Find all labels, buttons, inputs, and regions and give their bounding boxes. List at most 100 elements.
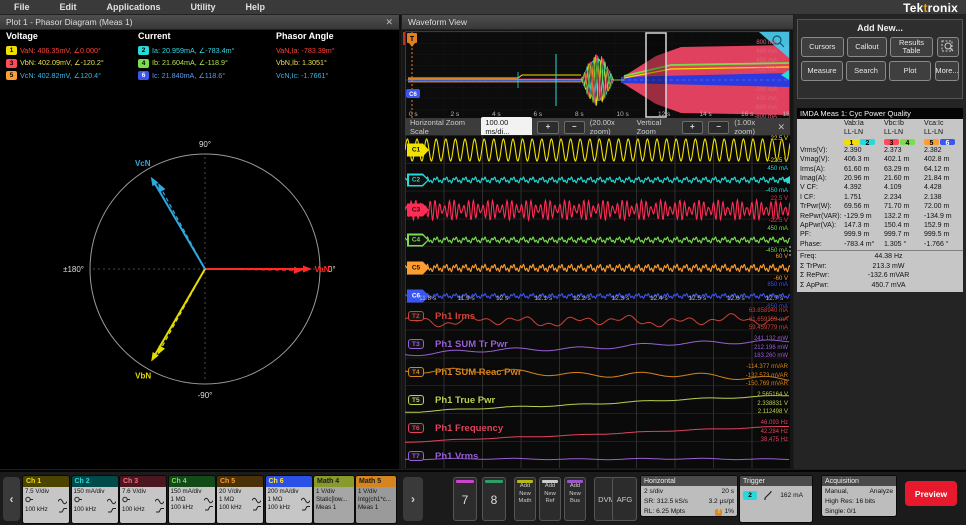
vzoom-minus-button[interactable]: −: [708, 121, 729, 134]
channel-badge-ch2[interactable]: Ch 2150 mA/div100 kHz: [72, 476, 118, 523]
more-button[interactable]: More...: [935, 61, 959, 81]
summary-row: Σ ApPwr:450.7 mVA: [797, 281, 963, 290]
table-cell: 402.1 m: [884, 155, 924, 164]
menu-bar: File Edit Applications Utility Help: [0, 0, 966, 15]
measure-button[interactable]: Measure: [801, 61, 843, 81]
results-table-button[interactable]: Results Table: [890, 37, 933, 57]
ac-coupling-icon: [107, 498, 116, 505]
channel-strip-c4[interactable]: C4450 mA-450 mA: [405, 227, 790, 253]
phasor-vector-label: VbN: [135, 371, 151, 380]
scroll-right-button[interactable]: ›: [403, 477, 423, 521]
table-cell: 20.96 m: [844, 174, 884, 183]
close-icon[interactable]: ✕: [385, 17, 393, 28]
add-new-ref-button[interactable]: AddNewRef: [539, 477, 561, 521]
hzoom-plus-button[interactable]: +: [537, 121, 558, 134]
channel-badge-ch6[interactable]: Ch 6200 mA/div1 MΩ100 kHz: [266, 476, 312, 523]
zoom-close-icon[interactable]: ✕: [777, 122, 785, 133]
channel-strip-c2[interactable]: C2450 mA-450 mA: [405, 167, 790, 193]
table-cell: 999.5 m: [924, 230, 963, 239]
add-new-bus-button[interactable]: AddNewBus: [564, 477, 586, 521]
measurement-strip-t2[interactable]: T2Ph1 Irms63.858940 mA61.659359 mA59.459…: [405, 307, 790, 333]
table-cell: 152.9 m: [924, 221, 963, 230]
measurement-strip-t6[interactable]: T6Ph1 Frequency46.093 Hz42.284 Hz38.475 …: [405, 419, 790, 445]
channel-badge-ch3[interactable]: Ch 37.6 V/div100 kHz: [120, 476, 166, 523]
measurement-badge[interactable]: T4: [408, 367, 424, 377]
vzoom-plus-button[interactable]: +: [682, 121, 703, 134]
measurement-strip-t4[interactable]: T4Ph1 SUM Reac Pwr-114.377 mVAR-132.573 …: [405, 363, 790, 389]
measurement-badge[interactable]: T6: [408, 423, 424, 433]
channel-badge-ch5[interactable]: Ch 520 V/div1 MΩ100 kHz: [217, 476, 263, 523]
hzoom-scale-value[interactable]: 100.00 ms/di...: [481, 117, 532, 137]
menu-edit[interactable]: Edit: [60, 2, 77, 12]
horizontal-panel[interactable]: Horizontal 2 s/div20 s SR: 312.5 kS/s3.2…: [641, 476, 737, 516]
callout-button[interactable]: Callout: [847, 37, 888, 57]
channel-bandwidth: 100 kHz: [25, 506, 48, 514]
phasor-diagram[interactable]: 90°-90°0°±180°VaNVbNVcN: [0, 109, 401, 483]
ac-coupling-icon: [58, 498, 67, 505]
trigger-panel[interactable]: Trigger 2 162 mA: [740, 476, 812, 522]
measurement-strip-t3[interactable]: T3Ph1 SUM Tr Pwr241.132 mW212.196 mW183.…: [405, 335, 790, 361]
math-badge-math4[interactable]: Math 41 V/divStatic[low...Meas 1: [314, 476, 354, 523]
ac-coupling-icon: [301, 497, 310, 504]
table-cell: -783.4 m°: [844, 240, 884, 249]
add-new-math-button[interactable]: AddNewMath: [514, 477, 536, 521]
bandwidth-icon: [253, 505, 261, 512]
table-cell: 61.60 m: [844, 165, 884, 174]
imda-results-table: Vab:IaVbc:IbVca:IcLL-LNLL-LNLL-LN123456V…: [797, 119, 963, 292]
channel-strip-c1[interactable]: C122.5 V-22.5 V: [405, 137, 790, 163]
phasor-panel-titlebar: Plot 1 - Phasor Diagram (Meas 1) ✕: [0, 15, 399, 30]
preview-button[interactable]: Preview: [905, 481, 957, 506]
scale-label-top: 60 V: [776, 254, 788, 260]
summary-value: 213.3 mW: [844, 262, 963, 271]
channel-slot-8[interactable]: 8: [482, 477, 506, 521]
summary-value: 44.38 Hz: [844, 252, 963, 261]
plot-button[interactable]: Plot: [889, 61, 931, 81]
channel-slot-7[interactable]: 7: [453, 477, 477, 521]
time-tick: 11.9 s: [458, 295, 475, 302]
channel-strip-c3[interactable]: C322.5 V-22.5 V: [405, 197, 790, 223]
cursors-button[interactable]: Cursors: [801, 37, 844, 57]
overview-time-tick: 16 s: [741, 111, 754, 118]
hzoom-minus-button[interactable]: −: [564, 121, 585, 134]
ac-coupling-icon: [155, 498, 164, 505]
waveform-overview[interactable]: TC60 s2 s4 s6 s8 s10 s12 s14 s16 s18 s80…: [405, 31, 790, 119]
phasor-readings: Voltage Current Phasor Angle 1VaN: 406.3…: [0, 29, 401, 109]
channel-badge-ch4[interactable]: Ch 4150 mA/div1 MΩ100 kHz: [169, 476, 215, 523]
zoom-selection-box[interactable]: [646, 33, 666, 117]
measurement-badge[interactable]: T2: [408, 311, 424, 321]
math-badge-math5[interactable]: Math 51 V/divIntg(ch1*c...Meas 1: [356, 476, 396, 523]
scroll-left-button[interactable]: ‹: [3, 477, 20, 521]
bottom-settings-bar: ‹ Ch 17.5 V/div100 kHzCh 2150 mA/div100 …: [0, 470, 966, 525]
table-row: ApPwr(VA):147.3 m150.4 m152.9 m: [797, 221, 963, 230]
table-cell: 406.3 m: [844, 155, 884, 164]
channel-badge-ch1[interactable]: Ch 17.5 V/div100 kHz: [23, 476, 69, 523]
waveform-graticule[interactable]: C122.5 V-22.5 V C2450 mA-450 mA C322.5 V-2…: [405, 135, 790, 468]
search-button[interactable]: Search: [846, 61, 886, 81]
table-cell: 2.373: [884, 146, 924, 155]
measurement-badge[interactable]: T5: [408, 395, 424, 405]
trigger-panel-title: Trigger: [740, 476, 812, 486]
channel-badge-icon: 4: [138, 59, 149, 68]
menu-utility[interactable]: Utility: [191, 2, 216, 12]
menu-applications[interactable]: Applications: [107, 2, 161, 12]
table-cell: 1.305 °: [884, 240, 924, 249]
table-cell: 999.9 m: [844, 230, 884, 239]
measurement-strip-t7[interactable]: T7Ph1 Vrms: [405, 447, 790, 468]
menu-file[interactable]: File: [14, 2, 30, 12]
menu-help[interactable]: Help: [246, 2, 266, 12]
measurement-badge[interactable]: T7: [408, 451, 424, 461]
imda-meas-header[interactable]: IMDA Meas 1: Cyc Power Quality: [797, 108, 963, 119]
acquisition-panel[interactable]: Acquisition Manual,Analyze High Res: 16 …: [822, 476, 896, 516]
trigger-level-arrow[interactable]: [783, 176, 790, 184]
channel-strip-c5[interactable]: C560 V-60 V: [405, 255, 790, 281]
table-cell: 71.70 m: [884, 202, 924, 211]
measurement-strip-t5[interactable]: T5Ph1 True Pwr2.565164 V2.338831 V2.1124…: [405, 391, 790, 417]
panel-splitter-handle[interactable]: [789, 246, 791, 256]
zoom-select-icon[interactable]: [937, 37, 959, 57]
measurement-badge[interactable]: T3: [408, 339, 424, 349]
afg-button[interactable]: AFG: [612, 477, 637, 521]
acq-resolution: High Res: 16 bits: [825, 497, 875, 506]
measurement-value: -132.573 mVAR: [746, 372, 788, 381]
zoom-scale-bar: Horizontal Zoom Scale 100.00 ms/di... + …: [405, 119, 790, 135]
overview-scale-label: 200 mA: [756, 67, 777, 73]
